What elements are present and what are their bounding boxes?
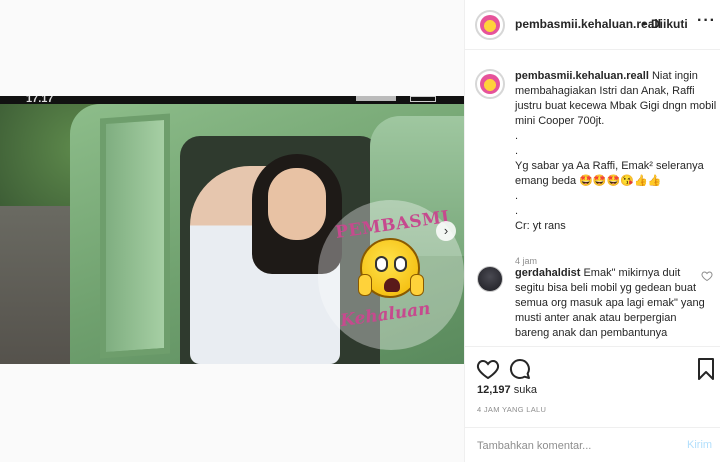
caption-text: pembasmii.kehaluan.reall Niat ingin memb… [515, 69, 717, 234]
shocked-face-icon [358, 238, 424, 298]
author-username[interactable]: pembasmii.kehaluan.reall [515, 17, 661, 31]
caption-avatar[interactable] [475, 69, 505, 99]
caption-body: Niat ingin membahagiakan Istri dan Anak,… [515, 70, 717, 232]
emoji-hand-right [410, 274, 424, 296]
post-header: pembasmii.kehaluan.reall • Diikuti ··· [465, 0, 720, 50]
likes-number: 12,197 [477, 384, 511, 396]
emoji-mouth [384, 278, 400, 292]
person-face [268, 168, 326, 240]
avatar-image [480, 74, 500, 94]
comment-text: gerdahaldist Emak" mikirnya duit segitu … [515, 266, 711, 341]
separator-dot: • [642, 17, 647, 31]
car-door [100, 113, 170, 359]
bookmark-icon[interactable] [694, 357, 718, 381]
avatar-image [480, 15, 500, 35]
add-comment-bar: Kirim [465, 427, 720, 462]
author-avatar[interactable] [475, 10, 505, 40]
signal-icon [356, 96, 396, 101]
likes-label: suka [510, 384, 537, 396]
caption-username[interactable]: pembasmii.kehaluan.reall [515, 70, 649, 82]
following-button[interactable]: Diikuti [651, 17, 688, 31]
next-arrow-icon[interactable]: › [436, 221, 456, 241]
battery-icon [410, 96, 436, 102]
caption-timestamp: 4 jam [515, 256, 538, 266]
commenter-avatar[interactable] [477, 266, 503, 292]
posted-time: 4 JAM YANG LALU [477, 405, 547, 414]
comment-icon[interactable] [508, 357, 532, 381]
status-time: 17.17 [26, 96, 54, 105]
emoji-hand-left [358, 274, 372, 296]
comments-section[interactable]: pembasmii.kehaluan.reall Niat ingin memb… [465, 51, 720, 345]
emoji-eye-left [375, 256, 388, 272]
comment-input[interactable] [477, 437, 667, 455]
commenter-username[interactable]: gerdahaldist [515, 267, 580, 279]
likes-count[interactable]: 12,197 suka [477, 384, 537, 396]
emoji-eye-right [394, 256, 407, 272]
post-panel: pembasmii.kehaluan.reall • Diikuti ··· p… [464, 0, 720, 462]
heart-icon[interactable] [476, 357, 500, 381]
post-actions: 12,197 suka 4 JAM YANG LALU Kirim [465, 346, 720, 462]
comment-like-heart-icon[interactable] [701, 270, 713, 282]
more-options-icon[interactable]: ··· [697, 12, 716, 30]
media-area: 17.17 PEMBASMI Kehaluan › [0, 0, 464, 462]
post-comment-button[interactable]: Kirim [687, 439, 712, 451]
